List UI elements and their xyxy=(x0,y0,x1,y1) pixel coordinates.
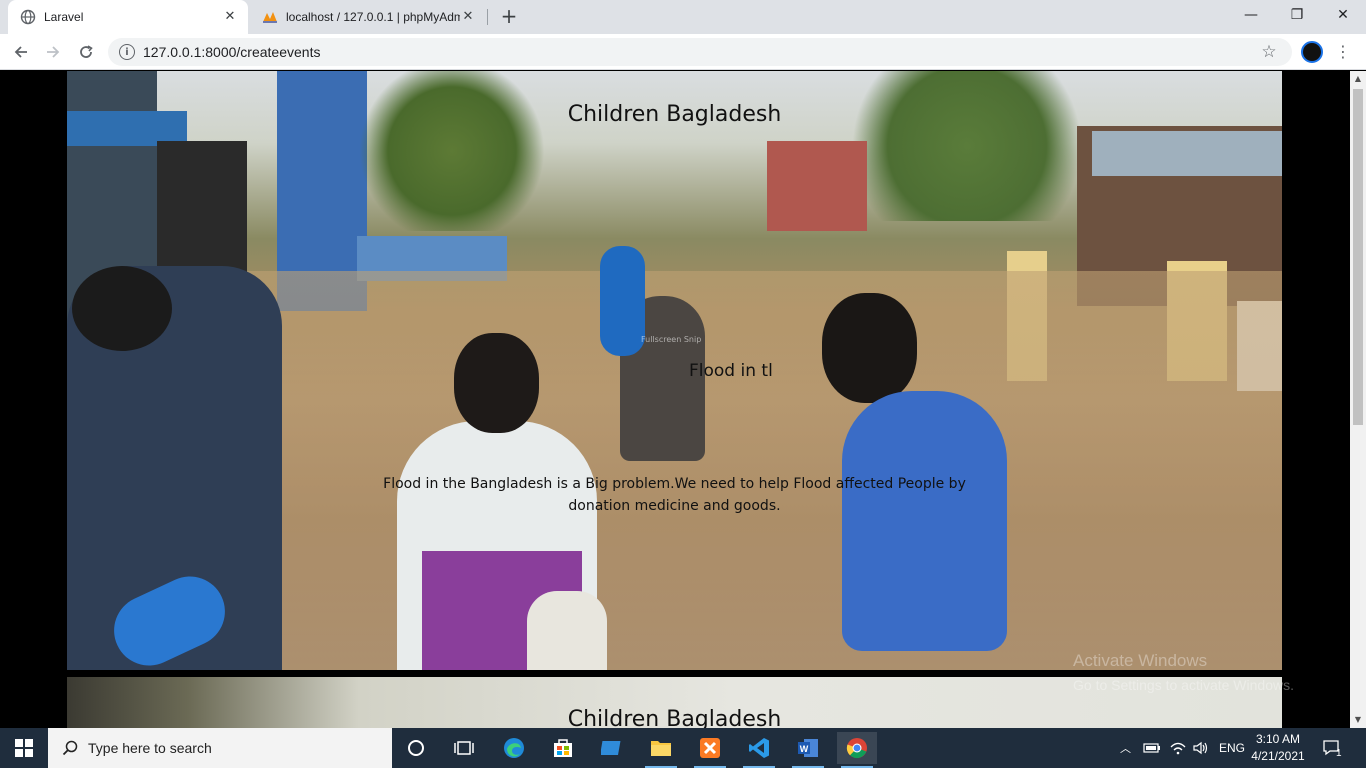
event-description: Flood in the Bangladesh is a Big problem… xyxy=(383,476,966,514)
edge-browser-icon[interactable] xyxy=(494,732,534,764)
vscode-icon[interactable] xyxy=(739,732,779,768)
notification-count: 1 xyxy=(1336,747,1342,759)
new-tab-button[interactable]: + xyxy=(498,6,520,28)
word-icon[interactable]: W xyxy=(788,732,828,768)
reload-icon xyxy=(80,45,93,58)
clock-date: 4/21/2021 xyxy=(1251,749,1305,763)
wifi-icon[interactable] xyxy=(1169,728,1187,768)
watermark-line1: Activate Windows xyxy=(1073,651,1208,670)
event-title: Children Bagladesh xyxy=(567,707,782,728)
tab-title: localhost / 127.0.0.1 | phpMyAdm xyxy=(286,10,460,24)
tab-phpmyadmin[interactable]: localhost / 127.0.0.1 | phpMyAdm ✕ xyxy=(250,0,486,34)
battery-icon[interactable] xyxy=(1143,728,1161,768)
task-view-icon xyxy=(454,741,474,755)
close-tab-icon[interactable]: ✕ xyxy=(460,9,476,25)
cortana-button[interactable] xyxy=(396,732,436,764)
windows-explorer-app-icon[interactable] xyxy=(592,732,632,764)
page-scrollbar[interactable]: ▲ ▼ xyxy=(1350,71,1366,728)
cortana-circle-icon xyxy=(408,740,424,756)
file-explorer-icon[interactable] xyxy=(641,732,681,768)
search-icon xyxy=(62,740,78,756)
action-center-button[interactable]: 1 xyxy=(1322,728,1342,768)
taskbar-search-box[interactable]: Type here to search xyxy=(48,728,392,768)
minimize-icon: — xyxy=(1244,7,1258,23)
scroll-down-arrow-icon[interactable]: ▼ xyxy=(1350,712,1366,728)
scroll-thumb[interactable] xyxy=(1353,89,1363,425)
clock-time: 3:10 AM xyxy=(1255,732,1301,746)
close-tab-icon[interactable]: ✕ xyxy=(222,9,238,25)
chevron-up-icon: ︿ xyxy=(1120,743,1131,755)
profile-avatar[interactable] xyxy=(1301,41,1323,63)
back-button[interactable] xyxy=(9,40,33,64)
chrome-menu-icon[interactable]: ⋮ xyxy=(1334,40,1352,64)
flood-background-image xyxy=(67,71,1282,670)
restore-icon: ❐ xyxy=(1290,7,1304,23)
volume-icon[interactable] xyxy=(1192,728,1210,768)
start-button[interactable] xyxy=(0,728,48,768)
phpmyadmin-icon xyxy=(262,9,278,25)
tab-strip: Laravel ✕ localhost / 127.0.0.1 | phpMyA… xyxy=(0,0,1366,34)
windows-taskbar: Type here to search W ︿ ENG 3:10 AM 4/21… xyxy=(0,728,1366,768)
url-text[interactable]: 127.0.0.1:8000/createevents xyxy=(143,44,1258,60)
system-clock[interactable]: 3:10 AM 4/21/2021 xyxy=(1246,731,1310,765)
site-info-icon[interactable]: i xyxy=(119,44,135,60)
event-card[interactable]: Children Bagladesh Fullscreen Snip Flood… xyxy=(67,71,1282,670)
search-placeholder: Type here to search xyxy=(88,740,212,756)
microsoft-store-icon[interactable] xyxy=(543,732,583,764)
address-bar[interactable]: i 127.0.0.1:8000/createevents ☆ xyxy=(108,38,1292,66)
event-subtitle: Flood in tl xyxy=(689,361,773,381)
xampp-icon[interactable] xyxy=(690,732,730,768)
show-hidden-icons-button[interactable]: ︿ xyxy=(1120,728,1131,768)
forward-button[interactable] xyxy=(41,40,65,64)
watermark-line2: Go to Settings to activate Windows. xyxy=(1073,677,1294,693)
event-title: Children Bagladesh xyxy=(567,102,782,127)
close-icon: ✕ xyxy=(1337,7,1349,23)
snip-overlay-text: Fullscreen Snip xyxy=(641,335,702,344)
scroll-up-arrow-icon[interactable]: ▲ xyxy=(1350,71,1366,87)
globe-icon xyxy=(20,9,36,25)
tab-separator xyxy=(487,9,488,25)
bookmark-star-icon[interactable]: ☆ xyxy=(1258,42,1280,62)
forward-arrow-icon xyxy=(47,46,60,58)
activate-windows-watermark: Activate Windows Go to Settings to activ… xyxy=(1073,651,1294,693)
reload-button[interactable] xyxy=(74,40,98,64)
page-viewport: Children Bagladesh Fullscreen Snip Flood… xyxy=(0,71,1350,728)
task-view-button[interactable] xyxy=(444,732,484,764)
restore-button[interactable]: ❐ xyxy=(1274,0,1320,30)
tab-laravel[interactable]: Laravel ✕ xyxy=(8,0,248,34)
tab-title: Laravel xyxy=(44,10,84,24)
close-window-button[interactable]: ✕ xyxy=(1320,0,1366,30)
chrome-icon[interactable] xyxy=(837,732,877,768)
minimize-button[interactable]: — xyxy=(1228,0,1274,30)
svg-text:W: W xyxy=(800,744,809,754)
language-indicator[interactable]: ENG xyxy=(1219,728,1245,768)
browser-toolbar: i 127.0.0.1:8000/createevents ☆ ⋮ xyxy=(0,34,1366,70)
windows-logo-icon xyxy=(15,739,33,757)
language-label: ENG xyxy=(1219,741,1246,755)
back-arrow-icon xyxy=(14,46,27,58)
